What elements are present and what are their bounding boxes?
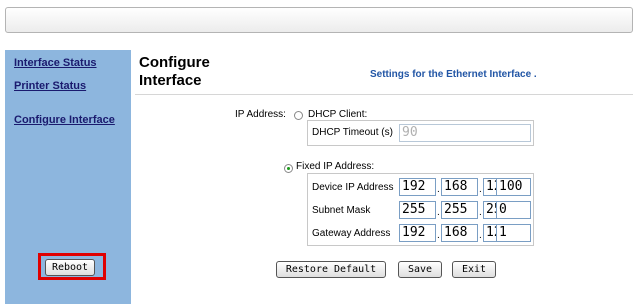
dhcp-options-box: DHCP Timeout (s) 90 bbox=[307, 120, 534, 146]
top-bar bbox=[5, 7, 633, 33]
device-ip-octet-2[interactable]: 168 bbox=[441, 178, 478, 196]
subnet-octet-1[interactable]: 255 bbox=[399, 201, 436, 219]
sidebar: Interface Status Printer Status Configur… bbox=[5, 50, 131, 304]
ip-address-label: IP Address: bbox=[235, 109, 286, 120]
gateway-octet-2[interactable]: 168 bbox=[441, 224, 478, 242]
device-ip-octet-4[interactable]: 100 bbox=[496, 178, 531, 196]
fixed-ip-box: Device IP Address 192 . 168 . 123 . 100 … bbox=[307, 173, 534, 246]
dhcp-client-radio[interactable] bbox=[294, 111, 303, 120]
page-subtitle: Settings for the Ethernet Interface . bbox=[370, 69, 537, 80]
save-button[interactable]: Save bbox=[398, 261, 442, 278]
dhcp-client-label: DHCP Client: bbox=[308, 109, 368, 120]
page-title: Configure Interface bbox=[139, 54, 210, 89]
subnet-octet-4[interactable]: 0 bbox=[496, 201, 531, 219]
subnet-mask-label: Subnet Mask bbox=[312, 205, 371, 216]
device-ip-label: Device IP Address bbox=[312, 182, 394, 193]
fixed-ip-radio[interactable] bbox=[284, 164, 293, 173]
subnet-octet-2[interactable]: 255 bbox=[441, 201, 478, 219]
sidebar-item-interface-status[interactable]: Interface Status bbox=[14, 57, 97, 69]
gateway-octet-4[interactable]: 1 bbox=[496, 224, 531, 242]
fixed-ip-label: Fixed IP Address: bbox=[296, 161, 375, 172]
divider bbox=[135, 94, 633, 95]
device-ip-octet-1[interactable]: 192 bbox=[399, 178, 436, 196]
reboot-button[interactable]: Reboot bbox=[45, 259, 95, 276]
gateway-octet-1[interactable]: 192 bbox=[399, 224, 436, 242]
restore-default-button[interactable]: Restore Default bbox=[276, 261, 386, 278]
dhcp-timeout-input[interactable]: 90 bbox=[399, 124, 531, 142]
dhcp-timeout-label: DHCP Timeout (s) bbox=[312, 127, 393, 138]
exit-button[interactable]: Exit bbox=[452, 261, 496, 278]
sidebar-item-configure-interface[interactable]: Configure Interface bbox=[14, 114, 115, 126]
sidebar-item-printer-status[interactable]: Printer Status bbox=[14, 80, 86, 92]
gateway-address-label: Gateway Address bbox=[312, 228, 391, 239]
